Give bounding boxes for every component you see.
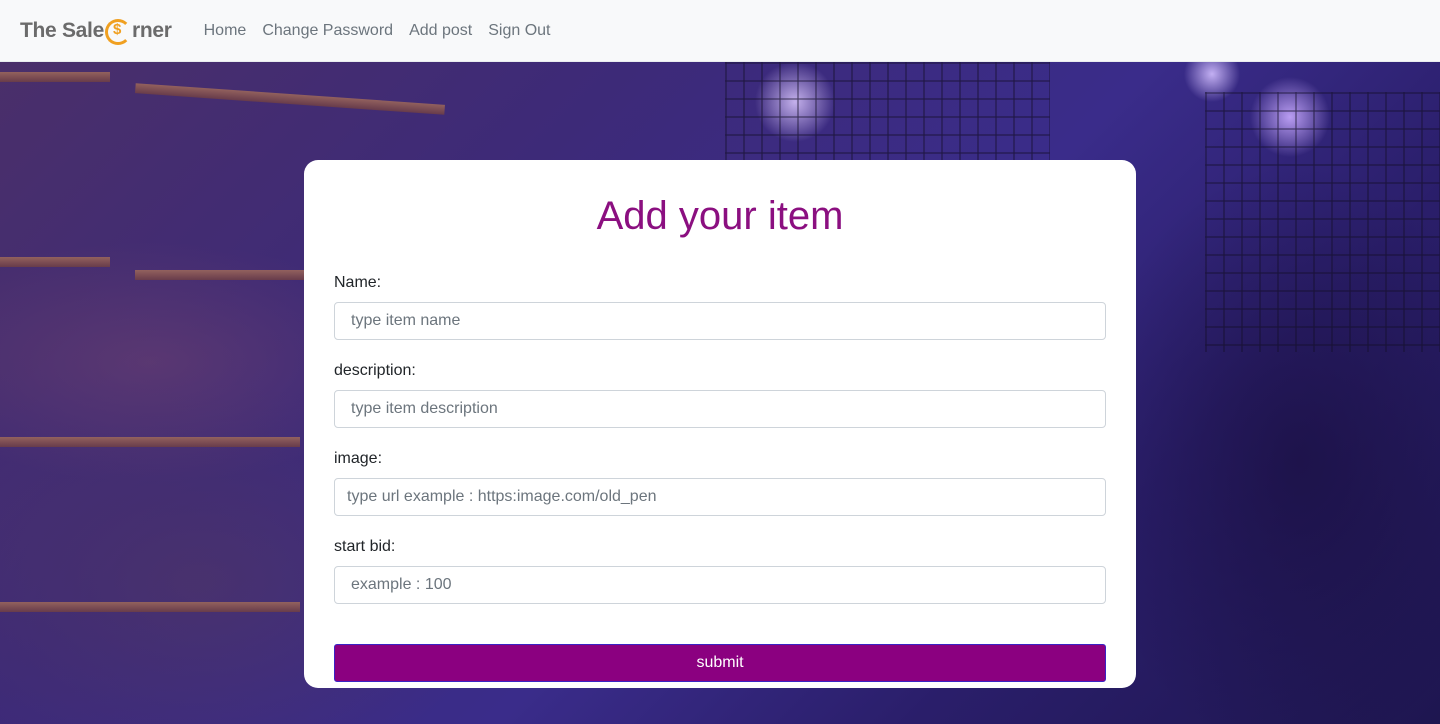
top-navbar: The Sale rner Home Change Password Add p… <box>0 0 1440 62</box>
shelf-decoration <box>135 270 305 280</box>
wire-grid-decoration <box>725 62 1050 162</box>
start-bid-label: start bid: <box>334 538 396 555</box>
shelf-decoration <box>0 72 110 82</box>
coin-c-icon <box>104 18 131 45</box>
shelf-decoration <box>135 83 445 115</box>
page-title: Add your item <box>596 194 844 238</box>
start-bid-input[interactable] <box>334 566 1106 604</box>
brand-suffix: rner <box>131 18 172 42</box>
submit-button[interactable]: submit <box>334 644 1106 682</box>
nav-link-add-post[interactable]: Add post <box>409 22 472 40</box>
shelf-decoration <box>0 602 300 612</box>
description-label: description: <box>334 362 416 379</box>
nav-link-home[interactable]: Home <box>204 22 247 40</box>
shelf-decoration <box>0 437 300 447</box>
add-item-form: Name: description: image: start bid: sub… <box>334 272 1106 682</box>
brand-prefix: The Sale <box>20 18 104 42</box>
image-label: image: <box>334 450 383 467</box>
image-url-input[interactable] <box>334 478 1106 516</box>
wire-grid-decoration <box>1205 92 1440 352</box>
add-item-card: Add your item Name: description: image: … <box>304 160 1136 688</box>
brand-logo[interactable]: The Sale rner <box>20 15 172 47</box>
nav-link-change-password[interactable]: Change Password <box>262 22 393 40</box>
nav-link-sign-out[interactable]: Sign Out <box>488 22 550 40</box>
shelf-decoration <box>0 257 110 267</box>
description-input[interactable] <box>334 390 1106 428</box>
nav-links: Home Change Password Add post Sign Out <box>204 22 567 40</box>
name-input[interactable] <box>334 302 1106 340</box>
name-label: Name: <box>334 274 382 291</box>
